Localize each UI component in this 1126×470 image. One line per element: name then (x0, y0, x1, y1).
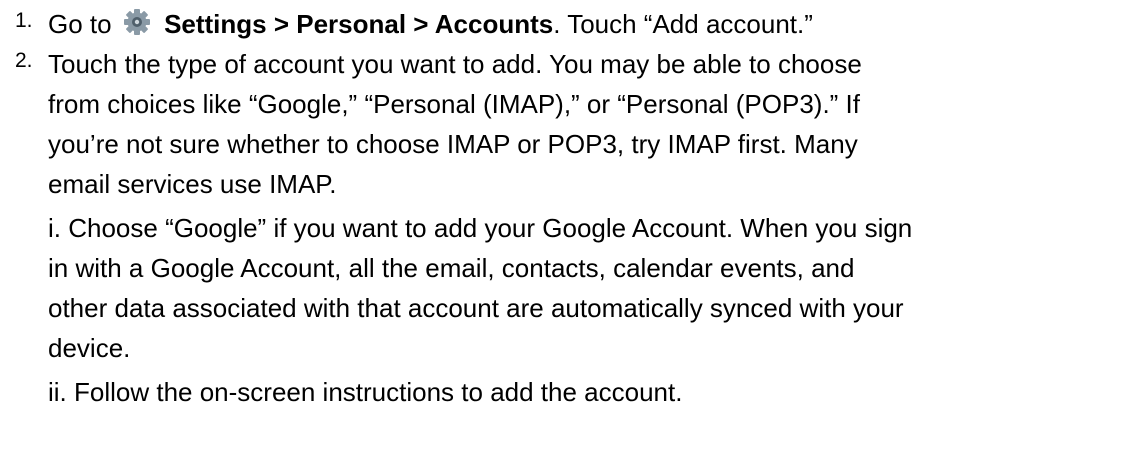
substep-i-line: i. Choose “Google” if you want to add yo… (48, 213, 913, 243)
step-1-suffix: . Touch “Add account.” (553, 9, 813, 39)
step-1-text: Go to Settings > Personal > Accounts. To… (48, 4, 1126, 44)
step-2: 2. Touch the type of account you want to… (0, 40, 1126, 470)
step-number: 2. (15, 49, 33, 72)
settings-path: Settings > Personal > Accounts (164, 9, 554, 39)
substep-i-line: in with a Google Account, all the email,… (48, 253, 855, 283)
document-page: 1. Go to Settings > Personal > Accounts.… (0, 0, 1126, 470)
substep-ii-line: ii. Follow the on-screen instructions to… (48, 377, 683, 407)
step-number: 1. (15, 9, 33, 32)
step-2-line: you’re not sure whether to choose IMAP o… (48, 129, 858, 159)
step-2-line: Touch the type of account you want to ad… (48, 49, 862, 79)
step-1-prefix: Go to (48, 9, 112, 39)
step-2-line: from choices like “Google,” “Personal (I… (48, 89, 861, 119)
substep-i-line: other data associated with that account … (48, 293, 904, 323)
step-2-line: email services use IMAP. (48, 169, 337, 199)
substep-i-line: device. (48, 333, 131, 363)
settings-gear-icon (123, 8, 151, 36)
